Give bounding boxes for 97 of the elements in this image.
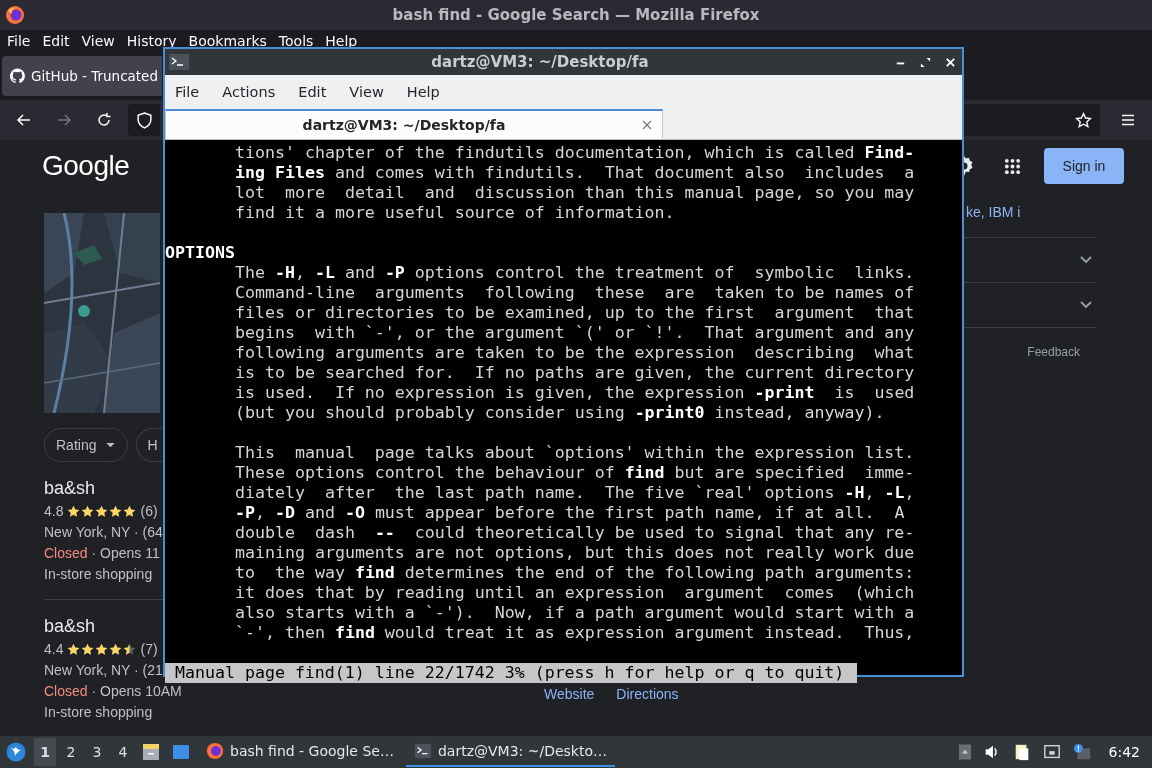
- star-icon: [95, 642, 109, 656]
- menu-item[interactable]: Help: [406, 84, 440, 100]
- maximize-icon[interactable]: [920, 56, 931, 68]
- man-page-line: `-', then find would treat it as expression argument instead. Thus,: [235, 623, 916, 643]
- workspace-button[interactable]: 1: [34, 738, 56, 766]
- menu-item[interactable]: History: [126, 33, 183, 49]
- man-page-line: tions' chapter of the findutils documentation, which is called Find-: [235, 143, 916, 163]
- sign-in-button[interactable]: Sign in: [1044, 148, 1124, 184]
- man-page-line: The -H, -L and -P options control the treatment of symbolic links.: [235, 263, 916, 283]
- opening-hours: · Opens 10AM: [90, 683, 182, 699]
- network-icon[interactable]: [1042, 743, 1061, 761]
- man-page-line: find it a more useful source of information.: [235, 203, 676, 223]
- menu-item[interactable]: File: [7, 33, 37, 49]
- feedback-link[interactable]: Feedback: [1027, 345, 1080, 359]
- window-title: bash find - Google Search — Mozilla Firefox: [392, 6, 760, 24]
- man-page-line: -P, -D and -O must appear before the first path name, if at all. A: [235, 503, 906, 523]
- star-icon: [109, 504, 123, 518]
- place-location: New York, NY · (21: [44, 661, 163, 680]
- github-icon: [10, 68, 25, 84]
- apps-grid-icon[interactable]: [1004, 157, 1021, 175]
- man-page-line: Command-line arguments following these are taken to be names of: [235, 283, 916, 303]
- firefox-logo-icon: [5, 5, 25, 25]
- man-page-line: is used. If no expression is given, the expression -print is used: [235, 383, 916, 403]
- chevron-down-icon[interactable]: [1080, 301, 1092, 309]
- place-location: New York, NY · (64: [44, 523, 163, 542]
- man-page-line: begins with `-', or the argument `(' or `!'. That argument and any: [235, 323, 916, 343]
- file-cabinet-icon[interactable]: [141, 742, 161, 762]
- man-page-line: This manual page talks about `options' within the expression list.: [235, 443, 916, 463]
- caret-icon: [106, 442, 116, 448]
- rating-value: 4.8: [44, 502, 64, 521]
- place-name[interactable]: ba&sh: [44, 476, 163, 500]
- menu-item[interactable]: View: [349, 84, 384, 100]
- rating-value: 4.4: [44, 640, 64, 659]
- terminal-icon: [169, 54, 189, 70]
- man-page-line: lot more detail and discussion than this manual page, so you may: [235, 183, 916, 203]
- man-page-line: maining arguments are not options, but this does not really work due: [235, 543, 916, 563]
- address-field[interactable]: [962, 104, 1100, 136]
- man-page-line: double dash -- could theoretically be used to signal that any re-: [235, 523, 916, 543]
- terminal-tab[interactable]: dartz@VM3: ~/Desktop/fa: [165, 109, 663, 139]
- notification-icon[interactable]: [1072, 743, 1091, 761]
- browser-tab[interactable]: GitHub - Truncated: [2, 56, 162, 96]
- section-heading: OPTIONS: [165, 243, 236, 263]
- chevron-down-icon[interactable]: [1080, 256, 1092, 264]
- man-page-line: also starts with a `-'). Now, if a path argument would start with a: [235, 603, 916, 623]
- man-page-line: following arguments are taken to be the expression describing what: [235, 343, 916, 363]
- open-status: Closed: [44, 683, 88, 699]
- tray-expand-icon[interactable]: [958, 743, 971, 761]
- menu-item[interactable]: File: [175, 84, 200, 100]
- open-status: Closed: [44, 545, 88, 561]
- desktop-icon[interactable]: [171, 742, 191, 762]
- action-link[interactable]: Website: [544, 686, 595, 702]
- clock[interactable]: 6:42: [1108, 744, 1140, 760]
- menu-item[interactable]: Bookmarks: [188, 33, 273, 49]
- man-page-line: files or directories to be examined, up to the first argument that: [235, 303, 916, 323]
- review-count: (6): [140, 502, 158, 521]
- tracking-protection-button[interactable]: [128, 104, 160, 136]
- workspace-button[interactable]: 4: [112, 738, 134, 766]
- related-link[interactable]: ke, IBM i: [966, 201, 1021, 223]
- text-cursor: [847, 663, 858, 683]
- man-page-line: These options control the behaviour of find but are specified imme-: [235, 463, 916, 483]
- man-page-line: is to be searched for. If no paths are given, the current directory: [235, 363, 916, 383]
- start-menu-icon[interactable]: [6, 742, 26, 762]
- star-icon: [109, 642, 123, 656]
- opening-hours: · Opens 11: [90, 545, 160, 561]
- service-option: In-store shopping: [44, 564, 163, 585]
- terminal-icon: [413, 742, 432, 760]
- man-page-line: (but you should probably consider using -print0 instead, anyway).: [235, 403, 886, 423]
- menu-item[interactable]: Edit: [42, 33, 76, 49]
- menu-item[interactable]: Actions: [222, 84, 276, 100]
- menu-item[interactable]: Tools: [278, 33, 320, 49]
- man-page-line: ing Files and comes with findutils. That document also includes a: [235, 163, 916, 183]
- man-page-line: diately after the last path name. The five `real' options -H, -L,: [235, 483, 916, 503]
- review-count: (7): [140, 640, 158, 659]
- google-logo[interactable]: Google: [42, 150, 130, 182]
- bookmark-star-icon[interactable]: [1075, 111, 1092, 129]
- menu-item[interactable]: View: [81, 33, 121, 49]
- taskbar-task[interactable]: dartz@VM3: ~/Deskto…: [405, 737, 616, 767]
- workspace-button[interactable]: 2: [60, 738, 82, 766]
- action-link[interactable]: Directions: [616, 686, 679, 702]
- workspace-button[interactable]: 3: [86, 738, 108, 766]
- star-icon: [123, 504, 137, 518]
- star-icon: [81, 642, 95, 656]
- taskbar-task[interactable]: bash find - Google Se…: [198, 737, 402, 767]
- service-option: In-store shopping: [44, 702, 163, 723]
- pager-status: Manual page find(1) line 22/1742 3% (press h for help or q to quit): [165, 663, 848, 683]
- place-name[interactable]: ba&sh: [44, 614, 163, 638]
- star-icon: [67, 504, 81, 518]
- menu-item[interactable]: Help: [325, 33, 364, 49]
- window-title: dartz@VM3: ~/Desktop/fa: [430, 53, 650, 71]
- shield-icon: [135, 111, 153, 129]
- menu-item[interactable]: Edit: [298, 84, 327, 100]
- star-icon: [67, 642, 81, 656]
- star-icon: [95, 504, 109, 518]
- star-icon: [81, 504, 95, 518]
- man-page-line: to the way find determines the end of the following path arguments:: [235, 563, 916, 583]
- man-page-line: it does that by reading until an expression argument comes (which: [235, 583, 916, 603]
- firefox-logo-icon: [206, 742, 224, 760]
